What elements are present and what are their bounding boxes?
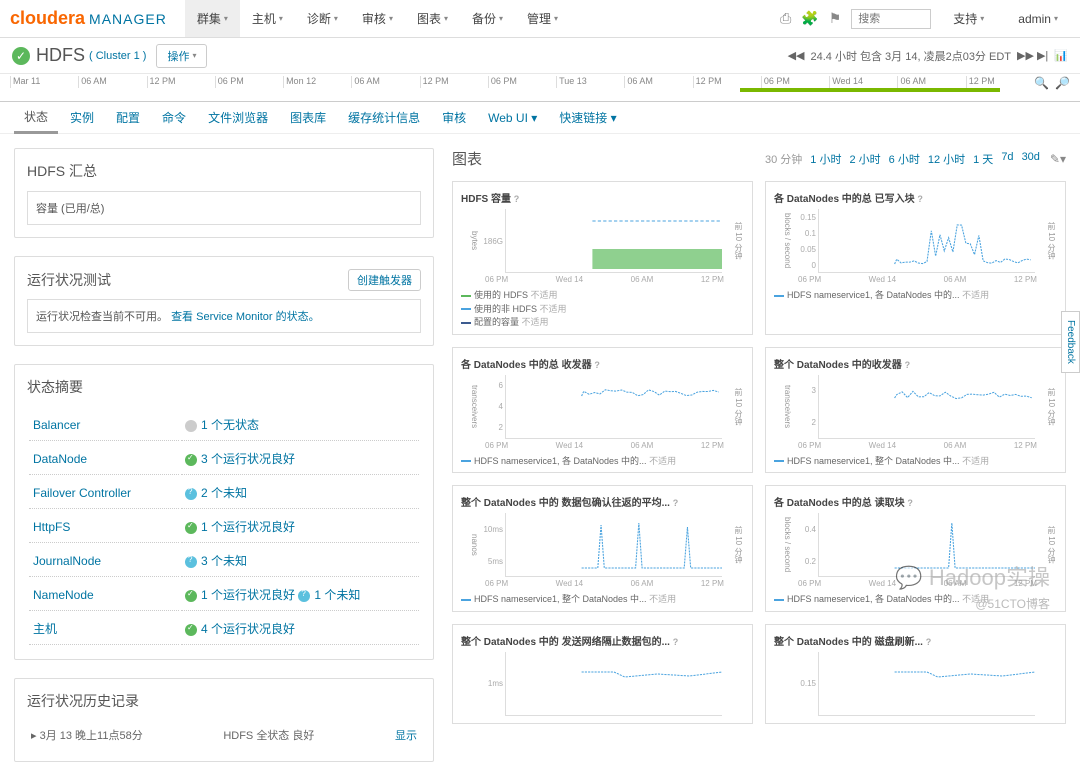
tab-6[interactable]: 缓存统计信息 bbox=[338, 103, 430, 132]
nav-主机[interactable]: 主机▾ bbox=[240, 0, 295, 37]
nav-图表[interactable]: 图表▾ bbox=[405, 0, 460, 37]
history-title: 运行状况历史记录 bbox=[27, 691, 421, 711]
status-row: DataNode3 个运行状况良好 bbox=[29, 443, 419, 475]
chart-card[interactable]: HDFS 容量 ?bytes186G前 10 分钟06 PMWed 1406 A… bbox=[452, 181, 753, 335]
chart-icon[interactable]: 📊 bbox=[1054, 49, 1068, 62]
health-message: 运行状况检查当前不可用。 查看 Service Monitor 的状态。 bbox=[27, 299, 421, 333]
status-row: 主机4 个运行状况良好 bbox=[29, 613, 419, 645]
tab-3[interactable]: 命令 bbox=[152, 103, 196, 132]
feedback-tab[interactable]: Feedback bbox=[1061, 311, 1080, 373]
history-panel: 运行状况历史记录 ▸ 3月 13 晚上11点58分 HDFS 全状态 良好 显示 bbox=[14, 678, 434, 762]
chart-card[interactable]: 整个 DataNodes 中的 磁盘刷新... ?0.15 bbox=[765, 624, 1066, 724]
role-link[interactable]: 主机 bbox=[33, 622, 57, 636]
service-monitor-link[interactable]: 查看 Service Monitor 的状态。 bbox=[171, 311, 320, 323]
role-link[interactable]: NameNode bbox=[33, 588, 94, 602]
timeline[interactable]: Mar 1106 AM12 PM06 PMMon 1206 AM12 PM06 … bbox=[0, 74, 1080, 102]
role-link[interactable]: Failover Controller bbox=[33, 486, 131, 500]
status-summary-title: 状态摘要 bbox=[27, 377, 421, 397]
range-1 天[interactable]: 1 天 bbox=[973, 151, 993, 167]
tab-5[interactable]: 图表库 bbox=[280, 103, 336, 132]
search-input[interactable] bbox=[851, 9, 931, 29]
logo-cloudera: cloudera bbox=[10, 8, 85, 29]
create-trigger-button[interactable]: 创建触发器 bbox=[348, 269, 421, 291]
logo-manager: MANAGER bbox=[89, 11, 167, 27]
range-6 小时[interactable]: 6 小时 bbox=[889, 151, 920, 167]
history-desc: HDFS 全状态 良好 bbox=[223, 727, 314, 743]
tab-2[interactable]: 配置 bbox=[106, 103, 150, 132]
range-30 分钟[interactable]: 30 分钟 bbox=[765, 151, 802, 167]
nav-审核[interactable]: 审核▾ bbox=[350, 0, 405, 37]
status-ok-icon: ✓ bbox=[12, 47, 30, 65]
role-link[interactable]: Balancer bbox=[33, 418, 80, 432]
nav-群集[interactable]: 群集▾ bbox=[185, 0, 240, 37]
range-12 小时[interactable]: 12 小时 bbox=[928, 151, 965, 167]
tab-7[interactable]: 审核 bbox=[432, 103, 476, 132]
history-show-link[interactable]: 显示 bbox=[395, 727, 417, 743]
zoom-in-icon[interactable]: 🔍 bbox=[1034, 76, 1049, 90]
health-title: 运行状况测试 bbox=[27, 270, 111, 290]
role-link[interactable]: HttpFS bbox=[33, 520, 70, 534]
range-30d[interactable]: 30d bbox=[1022, 151, 1040, 167]
service-name: HDFS bbox=[36, 45, 85, 66]
edit-charts-icon[interactable]: ✎▾ bbox=[1050, 152, 1066, 166]
flag-icon[interactable]: ⚑ bbox=[829, 10, 842, 27]
status-row: Failover Controller2 个未知 bbox=[29, 477, 419, 509]
history-time: ▸ 3月 13 晚上11点58分 bbox=[31, 727, 143, 743]
chart-card[interactable]: 整个 DataNodes 中的 数据包确认往返的平均... ?nanos10ms… bbox=[452, 485, 753, 612]
time-range-text: 24.4 小时 包含 3月 14, 凌晨2点03分 EDT bbox=[810, 48, 1011, 64]
health-panel: 运行状况测试 创建触发器 运行状况检查当前不可用。 查看 Service Mon… bbox=[14, 256, 434, 346]
tab-4[interactable]: 文件浏览器 bbox=[198, 103, 278, 132]
time-rewind-icon[interactable]: ◀◀ bbox=[788, 49, 805, 62]
time-forward-icon[interactable]: ▶▶ ▶| bbox=[1017, 49, 1048, 62]
chart-card[interactable]: 整个 DataNodes 中的收发器 ?transceivers32前 10 分… bbox=[765, 347, 1066, 474]
role-link[interactable]: DataNode bbox=[33, 452, 87, 466]
summary-panel: HDFS 汇总 容量 (已用/总) bbox=[14, 148, 434, 238]
zoom-out-icon[interactable]: 🔎 bbox=[1055, 76, 1070, 90]
time-range-picker: 30 分钟 1 小时 2 小时 6 小时 12 小时 1 天 7d 30d bbox=[765, 151, 1040, 167]
nav-备份[interactable]: 备份▾ bbox=[460, 0, 515, 37]
status-summary-panel: 状态摘要 Balancer1 个无状态DataNode3 个运行状况良好Fail… bbox=[14, 364, 434, 660]
tab-1[interactable]: 实例 bbox=[60, 103, 104, 132]
role-link[interactable]: JournalNode bbox=[33, 554, 101, 568]
tab-0[interactable]: 状态 bbox=[14, 102, 58, 134]
actions-button[interactable]: 操作▾ bbox=[156, 44, 207, 68]
support-menu[interactable]: 支持▾ bbox=[941, 10, 996, 27]
status-row: NameNode1 个运行状况良好 1 个未知 bbox=[29, 579, 419, 611]
logo[interactable]: cloudera MANAGER bbox=[10, 8, 167, 29]
range-1 小时[interactable]: 1 小时 bbox=[810, 151, 841, 167]
top-bar: cloudera MANAGER 群集▾主机▾诊断▾审核▾图表▾备份▾管理▾ ⎙… bbox=[0, 0, 1080, 38]
chart-card[interactable]: 各 DataNodes 中的总 收发器 ?transceivers642前 10… bbox=[452, 347, 753, 474]
parcel-icon[interactable]: 🧩 bbox=[801, 10, 818, 27]
chart-card[interactable]: 各 DataNodes 中的总 已写入块 ?blocks / second0.1… bbox=[765, 181, 1066, 335]
tab-9[interactable]: 快速链接 ▾ bbox=[549, 103, 626, 132]
admin-menu[interactable]: admin▾ bbox=[1006, 12, 1070, 26]
print-icon[interactable]: ⎙ bbox=[780, 10, 791, 27]
nav-诊断[interactable]: 诊断▾ bbox=[295, 0, 350, 37]
top-nav: 群集▾主机▾诊断▾审核▾图表▾备份▾管理▾ bbox=[185, 0, 570, 37]
summary-title: HDFS 汇总 bbox=[27, 161, 421, 181]
cluster-link[interactable]: ( Cluster 1 ) bbox=[89, 50, 146, 62]
tab-8[interactable]: Web UI ▾ bbox=[478, 105, 547, 131]
status-row: Balancer1 个无状态 bbox=[29, 409, 419, 441]
capacity-label: 容量 (已用/总) bbox=[27, 191, 421, 225]
timeline-selection bbox=[740, 88, 1000, 92]
chart-card[interactable]: 各 DataNodes 中的总 读取块 ?blocks / second0.40… bbox=[765, 485, 1066, 612]
status-row: JournalNode3 个未知 bbox=[29, 545, 419, 577]
nav-管理[interactable]: 管理▾ bbox=[515, 0, 570, 37]
range-7d[interactable]: 7d bbox=[1001, 151, 1013, 167]
range-2 小时[interactable]: 2 小时 bbox=[849, 151, 880, 167]
service-header: ✓ HDFS ( Cluster 1 ) 操作▾ ◀◀ 24.4 小时 包含 3… bbox=[0, 38, 1080, 74]
chart-card[interactable]: 整个 DataNodes 中的 发送网络隔止数据包的... ?1ms bbox=[452, 624, 753, 724]
sub-tabs: 状态实例配置命令文件浏览器图表库缓存统计信息审核Web UI ▾快速链接 ▾ bbox=[0, 102, 1080, 134]
status-row: HttpFS1 个运行状况良好 bbox=[29, 511, 419, 543]
charts-title: 图表 bbox=[452, 148, 482, 169]
